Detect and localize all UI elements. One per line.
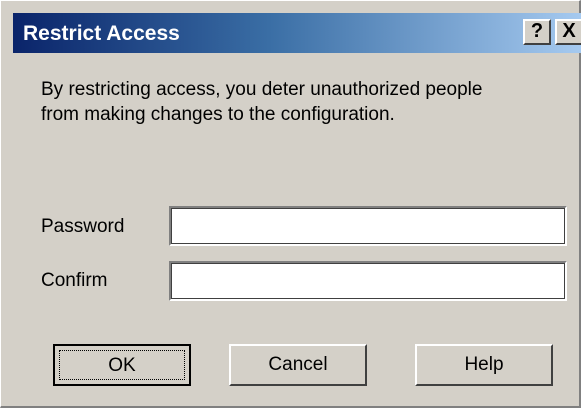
password-label: Password	[41, 216, 125, 237]
confirm-label: Confirm	[41, 270, 108, 291]
cancel-button[interactable]: Cancel	[229, 344, 367, 386]
password-input[interactable]	[169, 206, 567, 246]
ok-button-label: OK	[59, 350, 185, 380]
help-button[interactable]: Help	[415, 344, 553, 386]
title-bar[interactable]: Restrict Access ? X	[13, 13, 581, 53]
window-title: Restrict Access	[23, 22, 180, 45]
restrict-access-dialog: Restrict Access ? X By restricting acces…	[0, 0, 581, 408]
confirm-input[interactable]	[169, 261, 567, 301]
ok-button[interactable]: OK	[53, 344, 191, 386]
question-mark-icon[interactable]: ?	[523, 19, 551, 45]
close-icon[interactable]: X	[555, 19, 581, 45]
description-text: By restricting access, you deter unautho…	[41, 79, 483, 125]
